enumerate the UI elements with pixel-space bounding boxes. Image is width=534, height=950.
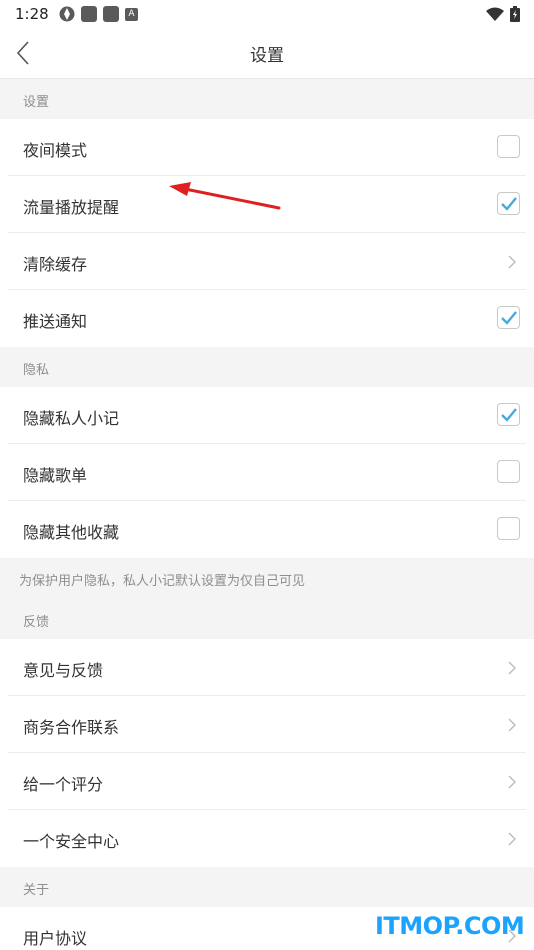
section-title: 隐私 [23,363,50,378]
row-label: 夜间模式 [23,141,88,160]
row-business-contact[interactable]: 商务合作联系 [0,696,534,753]
row-feedback[interactable]: 意见与反馈 [0,639,534,696]
row-hide-private-notes[interactable]: 隐藏私人小记 [0,387,534,444]
row-label: 给一个评分 [23,775,104,794]
night-mode-checkbox[interactable] [497,135,520,158]
section-title: 反馈 [23,615,50,630]
battery-icon [510,6,520,22]
row-security-center[interactable]: 一个安全中心 [0,810,534,867]
aperture-icon [59,6,75,22]
row-label: 用户协议 [23,929,88,948]
section-title: 关于 [23,883,50,898]
chevron-right-icon [508,775,516,789]
data-play-reminder-checkbox[interactable] [497,192,520,215]
section-title: 设置 [23,95,50,110]
status-bar: 1:28 A [0,0,534,28]
app-icon [103,6,119,22]
status-icons-left: A [59,6,138,22]
row-hide-other-favorites[interactable]: 隐藏其他收藏 [0,501,534,558]
page-title: 设置 [250,46,284,66]
chevron-right-icon [508,832,516,846]
keyboard-icon: A [125,7,138,21]
section-header-about: 关于 [0,867,534,907]
row-label: 流量播放提醒 [23,198,120,217]
chevron-right-icon [508,255,516,269]
row-night-mode[interactable]: 夜间模式 [0,119,534,176]
checkmark-icon [501,197,517,211]
row-label: 隐藏歌单 [23,466,88,485]
push-notifications-checkbox[interactable] [497,306,520,329]
row-label: 清除缓存 [23,255,88,274]
wifi-icon [486,7,504,21]
hide-private-notes-checkbox[interactable] [497,403,520,426]
row-rate-app[interactable]: 给一个评分 [0,753,534,810]
row-clear-cache[interactable]: 清除缓存 [0,233,534,290]
row-label: 隐藏其他收藏 [23,523,120,542]
status-time: 1:28 [15,5,49,23]
hide-playlists-checkbox[interactable] [497,460,520,483]
status-icons-right [486,6,520,22]
row-hide-playlists[interactable]: 隐藏歌单 [0,444,534,501]
privacy-note: 为保护用户隐私，私人小记默认设置为仅自己可见 [0,561,534,599]
checkmark-icon [501,408,517,422]
row-label: 一个安全中心 [23,832,120,851]
hide-other-favorites-checkbox[interactable] [497,517,520,540]
row-label: 推送通知 [23,312,88,331]
app-icon [81,6,97,22]
chevron-right-icon [508,661,516,675]
row-label: 隐藏私人小记 [23,409,120,428]
section-header-settings: 设置 [0,79,534,119]
chevron-right-icon [508,718,516,732]
checkmark-icon [501,311,517,325]
row-data-play-reminder[interactable]: 流量播放提醒 [0,176,534,233]
row-push-notifications[interactable]: 推送通知 [0,290,534,347]
row-label: 商务合作联系 [23,718,120,737]
nav-bar: 设置 [0,28,534,79]
watermark: ITMOP.COM [375,912,525,940]
section-header-feedback: 反馈 [0,599,534,639]
row-label: 意见与反馈 [23,661,104,680]
privacy-note-text: 为保护用户隐私，私人小记默认设置为仅自己可见 [19,574,306,589]
section-header-privacy: 隐私 [0,347,534,387]
